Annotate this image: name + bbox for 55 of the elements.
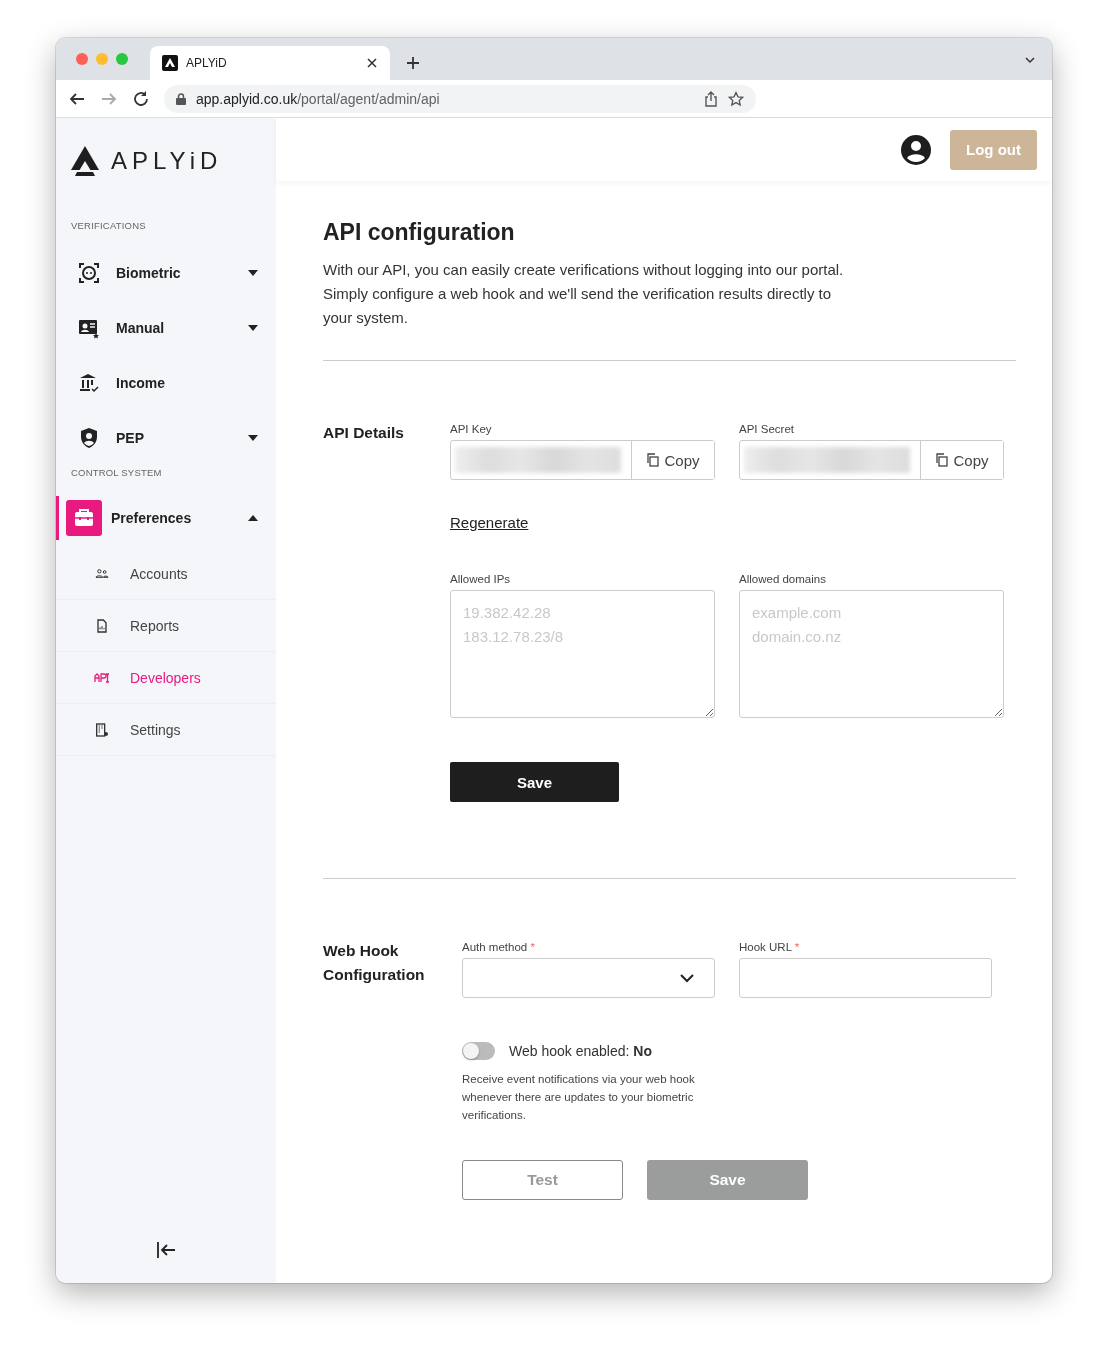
avatar-icon[interactable]: [900, 133, 932, 166]
section-title: API Details: [323, 423, 405, 443]
chevron-down-icon[interactable]: [1024, 54, 1036, 66]
copy-icon: [935, 453, 950, 467]
regenerate-link[interactable]: Regenerate: [450, 514, 529, 531]
page-description: With our API, you can easily create verifications without logging into our portal. Simply configure a web hook and we'll send the verification results directly to your system.: [323, 260, 845, 328]
copy-button[interactable]: Copy: [920, 441, 1003, 479]
toggle-switch[interactable]: [462, 1042, 495, 1060]
copy-button[interactable]: Copy: [631, 441, 714, 479]
plus-icon[interactable]: [406, 56, 420, 70]
collapse-icon[interactable]: [155, 1239, 177, 1261]
hook-url-field[interactable]: [739, 958, 992, 998]
report-icon: [94, 617, 110, 634]
field-label: API Key: [450, 423, 493, 435]
sidebar-item[interactable]: Biometric: [56, 245, 276, 300]
caret-icon[interactable]: [248, 324, 258, 331]
field-label: Auth method *: [462, 941, 536, 953]
sidebar-subitem[interactable]: Developers: [56, 652, 276, 704]
browser-tab[interactable]: APLYiD: [150, 46, 390, 80]
lock-icon: [176, 92, 186, 105]
share-icon[interactable]: [704, 90, 718, 107]
toggle-label: Web hook enabled: No: [509, 1043, 652, 1059]
field-label: Allowed domains: [739, 573, 827, 585]
section-title: Web Hook Configuration: [323, 941, 426, 985]
close-icon[interactable]: [366, 57, 378, 69]
caret-icon[interactable]: [248, 269, 258, 276]
field-label: API Secret: [739, 423, 795, 435]
section-heading: CONTROL SYSTEM: [70, 467, 163, 478]
sidebar-item[interactable]: PEP: [56, 410, 276, 465]
building-gear-icon: [94, 721, 110, 738]
favicon-icon: [162, 55, 178, 71]
reload-icon[interactable]: [132, 89, 150, 108]
sidebar-item[interactable]: Preferences: [56, 496, 276, 540]
sidebar-item[interactable]: Income: [56, 355, 276, 410]
copy-icon: [646, 453, 661, 467]
field-label: Allowed IPs: [450, 573, 512, 585]
sidebar-subitem[interactable]: Settings: [56, 704, 276, 756]
face-scan-icon: [77, 260, 101, 285]
address-bar[interactable]: app.aplyid.co.uk/portal/agent/admin/api: [164, 84, 756, 113]
caret-icon[interactable]: [248, 515, 258, 521]
chevron-down-icon: [680, 973, 694, 983]
page-title: API configuration: [323, 219, 516, 246]
help-text: Receive event notifications via your web hook whenever there are updates to your biometric verifications.: [462, 1072, 696, 1123]
logo-text: APLYiD: [111, 147, 223, 175]
save-button[interactable]: Save: [450, 762, 619, 802]
field-label: Hook URL *: [739, 941, 801, 953]
sidebar-item[interactable]: Manual: [56, 300, 276, 355]
sidebar-subitem[interactable]: Reports: [56, 600, 276, 652]
section-heading: VERIFICATIONS: [70, 220, 147, 231]
caret-icon[interactable]: [248, 434, 258, 441]
logo-icon: [71, 146, 99, 176]
sidebar-subitem[interactable]: Accounts: [56, 548, 276, 600]
url-text: app.aplyid.co.uk/portal/agent/admin/api: [196, 90, 441, 107]
tab-title: APLYiD: [186, 56, 228, 70]
star-icon[interactable]: [728, 90, 744, 107]
